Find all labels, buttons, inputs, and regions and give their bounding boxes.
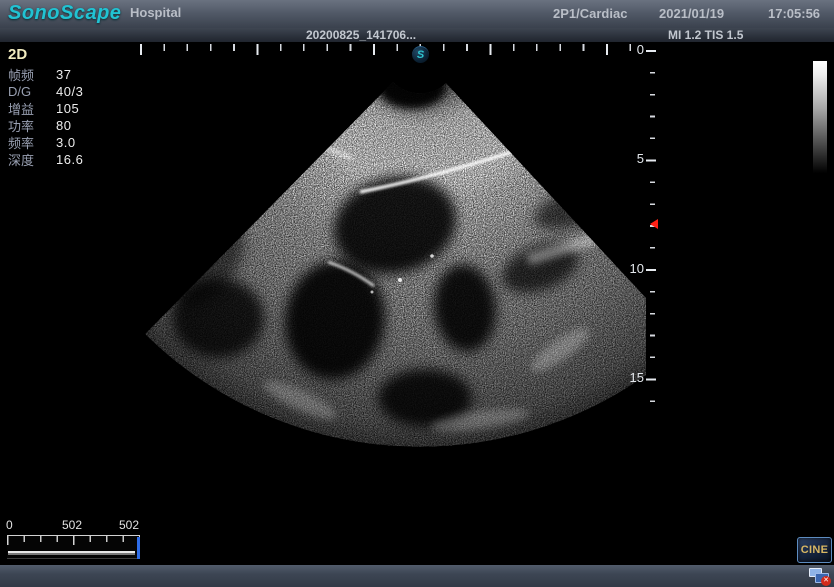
param-row-frequency: 频率 3.0 [8, 134, 83, 151]
mi-tis-values: MI 1.2 TIS 1.5 [668, 28, 743, 42]
param-row-gain: 增益 105 [8, 100, 83, 117]
param-label: 帧频 [8, 65, 56, 84]
probe-preset: 2P1/Cardiac [553, 6, 627, 21]
hospital-name: Hospital [130, 5, 181, 20]
ultrasound-screen: SonoScape Hospital 2P1/Cardiac 2021/01/1… [0, 0, 834, 587]
exam-date: 2021/01/19 [659, 6, 724, 21]
param-row-framerate: 帧频 37 [8, 66, 83, 83]
grayscale-reference-bar [813, 61, 827, 173]
error-badge: ✕ [821, 576, 831, 586]
param-value: 80 [56, 118, 71, 133]
param-row-dg: D/G 40/3 [8, 83, 83, 100]
status-bar: ✕ [0, 565, 834, 587]
graymap-widget: 0 502 502 [5, 518, 143, 562]
depth-ruler: 0 5 10 15 [620, 42, 670, 482]
param-value: 37 [56, 67, 71, 82]
graymap-curve-line [8, 551, 135, 555]
param-value: 105 [56, 101, 79, 116]
param-row-depth: 深度 16.6 [8, 151, 83, 168]
horizontal-ruler [140, 44, 636, 56]
image-area: S 0 5 10 15 2D 帧频 37 D/G 40/3 [0, 42, 834, 565]
probe-orientation-marker-icon: S [412, 46, 429, 63]
focus-marker[interactable] [650, 219, 658, 229]
param-value: 3.0 [56, 135, 76, 150]
cine-button[interactable]: CINE [797, 537, 832, 563]
graymap-label-right: 502 [113, 518, 139, 533]
param-value: 16.6 [56, 152, 83, 167]
param-value: 40/3 [56, 84, 83, 99]
depth-label-15: 15 [620, 370, 644, 386]
exam-info-bar: 20200825_141706... MI 1.2 TIS 1.5 [0, 28, 834, 42]
graymap-label-left: 0 [6, 518, 13, 533]
probe-marker-letter: S [417, 50, 424, 61]
depth-label-5: 5 [620, 151, 644, 167]
graymap-label-middle: 502 [59, 518, 85, 533]
graymap-major-ticks [7, 536, 140, 545]
exam-time: 17:05:56 [768, 6, 820, 21]
depth-label-10: 10 [620, 261, 644, 277]
image-parameters-panel: 2D 帧频 37 D/G 40/3 增益 105 功率 80 频率 3.0 [8, 46, 83, 168]
depth-label-0: 0 [620, 42, 644, 58]
horizontal-ruler-major-ticks [140, 44, 636, 55]
graymap-curve-box [7, 535, 140, 559]
param-label: D/G [8, 84, 56, 99]
title-bar: SonoScape Hospital 2P1/Cardiac 2021/01/1… [0, 0, 834, 28]
network-disconnected-icon[interactable]: ✕ [808, 566, 831, 586]
graymap-marker[interactable] [137, 537, 140, 559]
ultrasound-fan-image [0, 42, 834, 565]
brand-logo: SonoScape [8, 2, 121, 25]
param-row-power: 功率 80 [8, 117, 83, 134]
exam-id: 20200825_141706... [306, 28, 416, 42]
param-label: 深度 [8, 150, 56, 169]
mode-label: 2D [8, 46, 83, 63]
